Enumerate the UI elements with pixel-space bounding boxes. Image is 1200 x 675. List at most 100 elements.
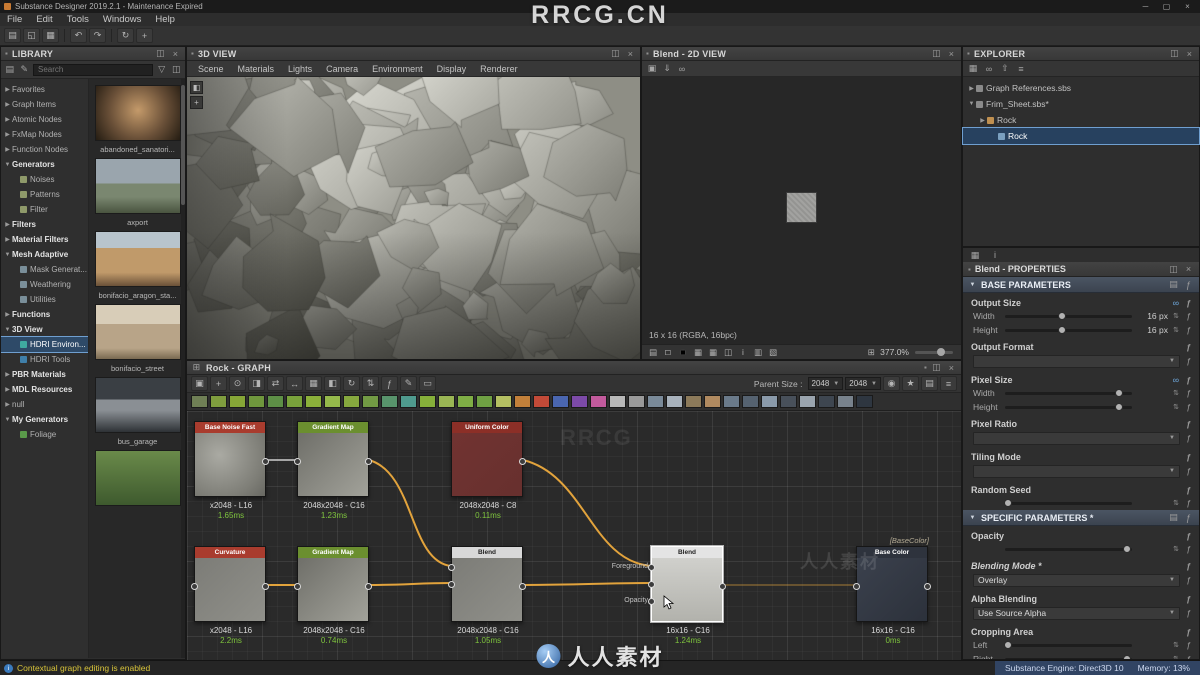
dropdown[interactable]: ▼ bbox=[973, 431, 1180, 445]
image-icon[interactable]: ▣ bbox=[646, 63, 658, 74]
input-port[interactable] bbox=[648, 581, 655, 588]
node-color-swatch[interactable] bbox=[780, 395, 797, 408]
node-color-swatch[interactable] bbox=[590, 395, 607, 408]
node-color-swatch[interactable] bbox=[685, 395, 702, 408]
function-icon[interactable]: ƒ bbox=[1184, 575, 1193, 585]
sidebar-item-pbr-materials[interactable]: ▶ PBR Materials bbox=[1, 367, 88, 382]
output-port[interactable] bbox=[519, 458, 526, 465]
search-icon[interactable]: ⊙ bbox=[229, 376, 246, 391]
stepper-icon[interactable]: ⇅ bbox=[1172, 545, 1180, 553]
function-icon[interactable]: ƒ bbox=[1184, 388, 1193, 398]
move-icon[interactable]: + bbox=[190, 96, 203, 109]
view-mode-icon[interactable]: ◫ bbox=[171, 64, 183, 75]
section-header[interactable]: ▼ SPECIFIC PARAMETERS * ▤ ƒ bbox=[963, 510, 1199, 526]
node-color-swatch[interactable] bbox=[191, 395, 208, 408]
view2d-viewport[interactable]: 16 x 16 (RGBA, 16bpc) bbox=[642, 77, 961, 344]
node-color-swatch[interactable] bbox=[628, 395, 645, 408]
node-color-swatch[interactable] bbox=[818, 395, 835, 408]
bg-black-icon[interactable]: ■ bbox=[677, 347, 689, 357]
node-color-swatch[interactable] bbox=[267, 395, 284, 408]
sidebar-item-noises[interactable]: Noises bbox=[1, 172, 88, 187]
parent-size-height-select[interactable]: 2048 ▼ bbox=[845, 377, 881, 390]
function-icon[interactable]: ƒ bbox=[381, 376, 398, 391]
function-icon[interactable]: ƒ bbox=[1184, 342, 1193, 352]
lock-icon[interactable]: ◉ bbox=[883, 376, 900, 391]
param-value[interactable]: 16 px bbox=[1136, 311, 1168, 321]
stepper-icon[interactable]: ⇅ bbox=[1172, 312, 1180, 320]
menu-tools[interactable]: Tools bbox=[60, 14, 96, 25]
sidebar-item-mask-generat-[interactable]: Mask Generat... bbox=[1, 262, 88, 277]
function-icon[interactable]: ƒ bbox=[1184, 325, 1193, 335]
stepper-icon[interactable]: ⇅ bbox=[1172, 641, 1180, 649]
node-color-swatch[interactable] bbox=[609, 395, 626, 408]
output-port[interactable] bbox=[719, 583, 726, 590]
star-icon[interactable]: ★ bbox=[902, 376, 919, 391]
close-panel-icon[interactable]: × bbox=[625, 49, 636, 59]
parent-size-width-select[interactable]: 2048 ▼ bbox=[807, 377, 844, 390]
section-grid-icon[interactable]: ▤ bbox=[1168, 512, 1179, 523]
sidebar-item-mesh-adaptive[interactable]: ▼ Mesh Adaptive bbox=[1, 247, 88, 262]
node-color-swatch[interactable] bbox=[856, 395, 873, 408]
list-icon[interactable]: ≡ bbox=[940, 376, 957, 391]
input-port[interactable] bbox=[448, 564, 455, 571]
function-icon[interactable]: ƒ bbox=[1184, 594, 1193, 604]
slider-track[interactable] bbox=[1005, 388, 1132, 397]
frame-icon[interactable]: ▭ bbox=[419, 376, 436, 391]
tree-arrow-icon[interactable]: ▶ bbox=[967, 85, 976, 92]
tree-arrow-icon[interactable]: ▶ bbox=[3, 221, 12, 228]
float-panel-icon[interactable]: ◫ bbox=[1168, 264, 1179, 275]
tree-arrow-icon[interactable]: ▶ bbox=[3, 131, 12, 138]
channels-icon[interactable]: ▧ bbox=[767, 347, 779, 358]
sidebar-item-null[interactable]: ▶ null bbox=[1, 397, 88, 412]
slider-handle[interactable] bbox=[1003, 498, 1012, 507]
section-function-icon[interactable]: ƒ bbox=[1183, 513, 1194, 523]
view3d-menu-scene[interactable]: Scene bbox=[191, 64, 231, 74]
view3d-menu-camera[interactable]: Camera bbox=[319, 64, 365, 74]
stepper-icon[interactable]: ⇅ bbox=[1172, 389, 1180, 397]
monitor-icon[interactable]: ▤ bbox=[647, 347, 659, 358]
filter-icon[interactable]: ▽ bbox=[156, 64, 168, 75]
slider-track[interactable] bbox=[1005, 325, 1132, 334]
menu-help[interactable]: Help bbox=[148, 14, 182, 25]
histogram-icon[interactable]: ▥ bbox=[752, 347, 764, 358]
grid-icon[interactable]: ▦ bbox=[969, 250, 981, 261]
input-port[interactable] bbox=[294, 458, 301, 465]
sidebar-item-atomic-nodes[interactable]: ▶ Atomic Nodes bbox=[1, 112, 88, 127]
input-port[interactable] bbox=[853, 583, 860, 590]
grid-icon[interactable]: ▦ bbox=[707, 347, 719, 358]
titlebar[interactable]: Substance Designer 2019.2.1 - Maintenanc… bbox=[0, 0, 1200, 13]
tree-arrow-icon[interactable]: ▶ bbox=[3, 371, 12, 378]
function-icon[interactable]: ƒ bbox=[1184, 466, 1193, 476]
atom-icon[interactable]: ▣ bbox=[191, 376, 208, 391]
graph-node-uniform-color[interactable]: Uniform Color 2048x2048 - C8 0.11ms bbox=[451, 421, 526, 520]
node-color-swatch[interactable] bbox=[229, 395, 246, 408]
sidebar-item-hdri-tools[interactable]: HDRI Tools bbox=[1, 352, 88, 367]
node-color-swatch[interactable] bbox=[666, 395, 683, 408]
tree-arrow-icon[interactable]: ▶ bbox=[3, 116, 12, 123]
bg-white-icon[interactable]: □ bbox=[662, 347, 674, 357]
node-color-swatch[interactable] bbox=[248, 395, 265, 408]
function-icon[interactable]: ƒ bbox=[1184, 498, 1193, 508]
function-icon[interactable]: ƒ bbox=[1184, 375, 1193, 385]
fit-view-icon[interactable]: ⊞ bbox=[865, 347, 877, 358]
close-panel-icon[interactable]: × bbox=[1184, 49, 1195, 59]
param-value[interactable]: 16 px bbox=[1136, 325, 1168, 335]
section-grid-icon[interactable]: ▤ bbox=[1168, 279, 1179, 290]
input-port[interactable] bbox=[191, 583, 198, 590]
redo-icon[interactable]: ↷ bbox=[89, 28, 106, 43]
node-color-swatch[interactable] bbox=[552, 395, 569, 408]
sidebar-item-fxmap-nodes[interactable]: ▶ FxMap Nodes bbox=[1, 127, 88, 142]
texture-preview[interactable] bbox=[786, 192, 817, 223]
view3d-menu-renderer[interactable]: Renderer bbox=[473, 64, 525, 74]
dropdown[interactable]: ▼ bbox=[973, 464, 1180, 478]
sidebar-item-my-generators[interactable]: ▼ My Generators bbox=[1, 412, 88, 427]
hdri-thumbnail[interactable] bbox=[94, 85, 181, 141]
edit-icon[interactable]: ✎ bbox=[400, 376, 417, 391]
slider-handle[interactable] bbox=[1058, 325, 1067, 334]
search-input[interactable] bbox=[33, 63, 153, 76]
sidebar-item-mdl-resources[interactable]: ▶ MDL Resources bbox=[1, 382, 88, 397]
function-icon[interactable]: ƒ bbox=[1184, 356, 1193, 366]
graph-node-blend[interactable]: Blend 16x16 - C16 1.24ms Foreground Opacity bbox=[612, 546, 726, 645]
tree-arrow-icon[interactable]: ▼ bbox=[3, 327, 12, 333]
slider-handle[interactable] bbox=[1115, 388, 1124, 397]
